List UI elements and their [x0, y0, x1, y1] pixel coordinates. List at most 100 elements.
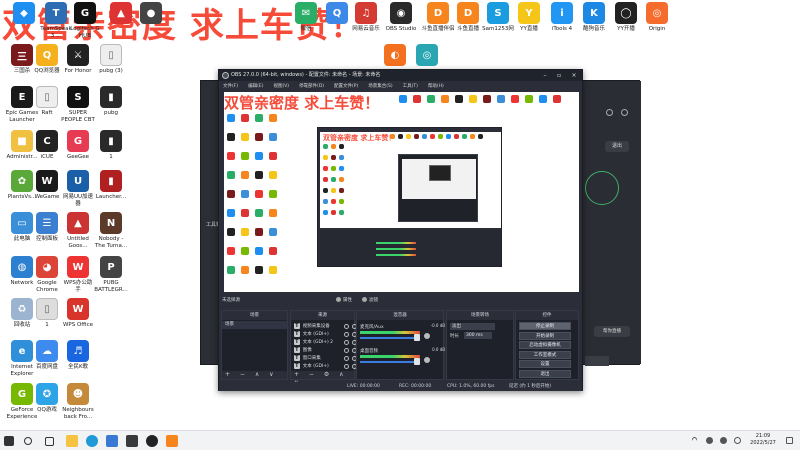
speaker-icon[interactable] [424, 333, 430, 339]
bg-app-gray-button[interactable] [585, 356, 609, 366]
control-button[interactable]: 启动虚拟摄像机 [519, 341, 571, 349]
douyu-taskbar-icon[interactable] [166, 435, 178, 447]
transition-duration-input[interactable]: 300 ms [464, 332, 492, 339]
desktop-shortcut[interactable]: ◉ OBS Studio [380, 2, 422, 33]
properties-button[interactable]: 属性 [336, 297, 352, 303]
speaker-icon[interactable] [424, 357, 430, 363]
control-button[interactable]: 设置 [519, 360, 571, 368]
bell-icon[interactable] [606, 109, 613, 116]
desktop-shortcut[interactable]: ◎ [406, 44, 448, 68]
taskbar-app-icon[interactable] [126, 435, 138, 447]
source-item[interactable]: T 文本 (GDI+) [294, 362, 358, 370]
network-tray-icon[interactable] [706, 437, 713, 444]
maximize-icon[interactable]: ▫ [552, 70, 566, 81]
obs-preview-canvas[interactable]: 双管亲密度 求上车赞！ 双管亲密度 求上车赞！ [224, 92, 579, 292]
desktop-shortcut[interactable]: ◎ Origin [636, 2, 678, 33]
eye-icon[interactable] [344, 363, 350, 369]
preview-app-icon [241, 247, 249, 255]
notification-icon[interactable] [786, 437, 793, 444]
eye-icon[interactable] [344, 323, 350, 329]
desktop-shortcut[interactable]: ☻ Neighbours back Fro... [57, 383, 99, 421]
preview-app-icon [227, 114, 235, 122]
task-view-icon[interactable] [45, 437, 54, 446]
obs-menu-item[interactable]: 工具(T) [403, 83, 418, 89]
preview-app-icon [255, 114, 263, 122]
desktop-shortcut[interactable]: ♬ 全民K歌 [57, 340, 99, 371]
preview-app-icon [455, 95, 463, 103]
desktop-shortcut[interactable]: ▮ pubg [90, 86, 132, 117]
app-icon: S [487, 2, 509, 24]
eye-icon[interactable] [344, 355, 350, 361]
desktop-shortcut[interactable]: ▮ Launcher... [90, 170, 132, 201]
edge-icon[interactable] [86, 435, 98, 447]
scenes-dock-toolbar[interactable]: + − ∧ ∨ [222, 371, 287, 379]
preview-app-icon [255, 171, 263, 179]
taskbar-clock[interactable]: 21:09 2022/5/27 [746, 433, 780, 447]
preview-app-icon [497, 95, 505, 103]
mixer-channel-mic[interactable]: 麦克风/Aux -0.0 dB [360, 323, 445, 341]
bg-app-exit-button[interactable]: 退出 [605, 141, 629, 152]
volume-slider-handle[interactable] [414, 334, 420, 341]
bg-app-start-circle[interactable] [585, 171, 619, 205]
desktop-shortcut[interactable]: ▮ 1 [90, 130, 132, 161]
bg-app-live-button[interactable]: 帮你直播 [594, 326, 630, 337]
volume-tray-icon[interactable] [720, 437, 727, 444]
obs-menu-item[interactable]: 场景集合(S) [368, 83, 392, 89]
control-button[interactable]: 退出 [519, 369, 571, 378]
store-icon[interactable] [106, 435, 118, 447]
file-explorer-icon[interactable] [66, 435, 78, 447]
desktop-shortcut[interactable]: N Nobody - The Turna... [90, 212, 132, 250]
yy-icon: ◯ [615, 2, 637, 24]
filters-label: 滤镜 [369, 298, 378, 303]
close-icon[interactable]: × [567, 70, 581, 81]
scenes-dock-title: 场景 [222, 311, 287, 320]
preview-app-icon [255, 133, 263, 141]
obs-titlebar[interactable]: OBS 27.0.0 (64-bit, windows) - 配置文件: 未命名… [219, 70, 582, 81]
obs-menu-item[interactable]: 停靠部件(D) [299, 83, 324, 89]
control-button[interactable]: 停止录制 [519, 322, 571, 330]
preview-app-icon [339, 166, 344, 171]
share-icon[interactable] [621, 109, 628, 116]
obs-taskbar-icon[interactable] [146, 435, 158, 447]
obs-menu-item[interactable]: 视图(V) [273, 83, 289, 89]
desktop-shortcut[interactable]: ● [130, 2, 172, 26]
control-button[interactable]: 工作室模式 [519, 350, 571, 359]
desktop-shortcut[interactable]: ▯ pubg (3) [90, 44, 132, 75]
sources-dock-toolbar[interactable]: + − ⚙ ∧ ∨ [291, 371, 354, 386]
preview-app-icon [227, 228, 235, 236]
eye-icon[interactable] [344, 331, 350, 337]
filters-button[interactable]: 滤镜 [362, 297, 378, 303]
eye-icon[interactable] [344, 347, 350, 353]
source-item[interactable]: T 文本 (GDI+) 2 [294, 338, 358, 346]
preview-app-icon [398, 134, 403, 139]
source-item[interactable]: T 文本 (GDI+) [294, 330, 358, 338]
search-icon[interactable] [24, 437, 32, 445]
desktop-shortcut[interactable]: W WPS Office [57, 298, 99, 329]
eye-icon[interactable] [344, 339, 350, 345]
windows-start-icon[interactable] [4, 436, 14, 446]
volume-slider[interactable] [360, 361, 420, 363]
minimize-icon[interactable]: – [538, 70, 552, 81]
obs-menu-item[interactable]: 配置文件(P) [334, 83, 358, 89]
preview-app-icon [255, 152, 263, 160]
obs-menu-item[interactable]: 编辑(E) [248, 83, 263, 89]
source-item[interactable]: T 视频采集设备 [294, 322, 358, 330]
volume-slider[interactable] [360, 337, 420, 339]
obs-menu-item[interactable]: 文件(F) [223, 83, 238, 89]
mixer-channel-desktop[interactable]: 桌面音频 0.0 dB [360, 347, 445, 365]
ime-tray-icon[interactable] [734, 437, 741, 444]
desktop-shortcut-label: Neighbours back Fro... [62, 407, 94, 420]
obs-menu-item[interactable]: 帮助(H) [428, 83, 444, 89]
obs-menubar: 文件(F) 编辑(E) 视图(V) 停靠部件(D) 配置文件(P) 场景集合(S) 工具(T… [219, 81, 582, 91]
volume-slider-handle[interactable] [414, 358, 420, 365]
source-item[interactable]: T 图像 [294, 346, 358, 354]
scene-item[interactable]: 场景 [222, 321, 287, 329]
transition-select[interactable]: 淡出 [450, 323, 495, 330]
preview-app-icon [339, 177, 344, 182]
control-button[interactable]: 开始录制 [519, 331, 571, 340]
source-item[interactable]: T 窗口采集 [294, 354, 358, 362]
obs-window[interactable]: OBS 27.0.0 (64-bit, windows) - 配置文件: 未命名… [218, 69, 583, 391]
preview-app-icon [331, 199, 336, 204]
desktop-shortcut[interactable]: P PUBG BATTLEGR... [90, 256, 132, 294]
tray-chevron-icon[interactable] [690, 435, 699, 444]
